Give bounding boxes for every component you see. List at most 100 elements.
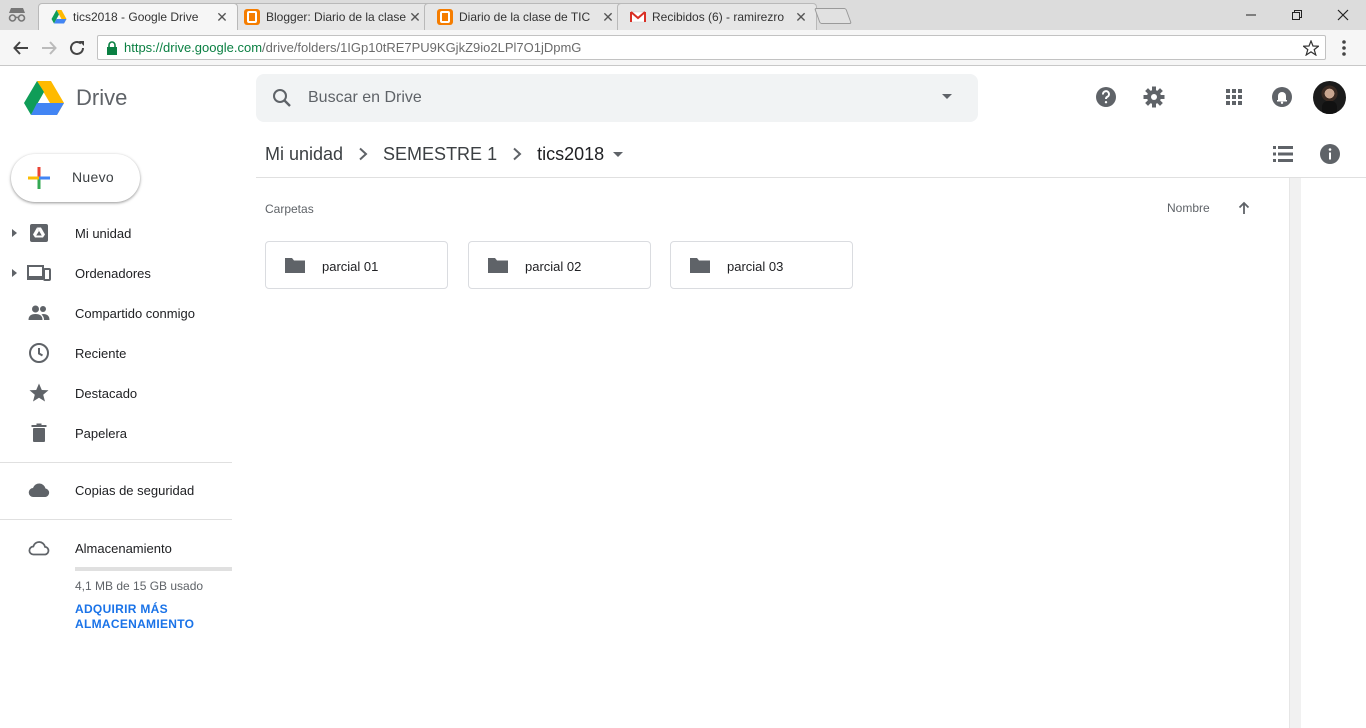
back-arrow-icon: [13, 41, 28, 55]
folder-name: parcial 01: [322, 259, 379, 274]
tab-title: Recibidos (6) - ramirezro: [652, 10, 785, 24]
reload-icon: [70, 40, 84, 55]
close-tab-icon[interactable]: ✕: [794, 10, 808, 24]
chevron-right-icon: [351, 142, 375, 166]
folder-name: parcial 02: [525, 259, 582, 274]
my-drive-icon: [30, 224, 48, 242]
folder-menu-dropdown-icon[interactable]: [613, 151, 624, 157]
sidebar-item-label: Copias de seguridad: [75, 482, 195, 498]
tab-gmail[interactable]: Recibidos (6) - ramirezro ✕: [617, 3, 817, 30]
browser-tab-strip: tics2018 - Google Drive ✕ Blogger: Diari…: [0, 0, 1366, 30]
account-avatar[interactable]: [1313, 81, 1346, 114]
search-bar[interactable]: [256, 74, 978, 122]
storage-usage-bar: [75, 567, 232, 571]
browser-menu-icon[interactable]: [1336, 38, 1352, 58]
close-tab-icon[interactable]: ✕: [601, 10, 615, 24]
header-divider: [256, 177, 1366, 178]
trash-icon: [31, 423, 47, 442]
sort-by-name-button[interactable]: Nombre: [1167, 201, 1210, 215]
address-bar[interactable]: https://drive.google.com/drive/folders/1…: [97, 35, 1326, 60]
apps-grid-icon[interactable]: [1222, 85, 1246, 109]
lock-icon: [107, 40, 117, 55]
tab-title: Diario de la clase de TIC: [459, 10, 591, 24]
buy-storage-link[interactable]: ADQUIRIR MÁS ALMACENAMIENTO: [75, 602, 215, 632]
restore-button[interactable]: [1274, 0, 1320, 30]
sidebar-item-label: Papelera: [75, 425, 128, 441]
blogger-favicon-icon: [437, 9, 453, 25]
forward-button[interactable]: [37, 36, 61, 60]
minimize-icon: [1246, 14, 1256, 16]
folder-tile[interactable]: parcial 03: [670, 241, 853, 289]
breadcrumb-semestre[interactable]: SEMESTRE 1: [383, 144, 497, 165]
tab-blogger[interactable]: Blogger: Diario de la clase ✕: [231, 3, 431, 30]
close-tab-icon[interactable]: ✕: [408, 10, 422, 24]
new-tab-button[interactable]: [814, 8, 852, 24]
list-view-icon[interactable]: [1272, 143, 1294, 165]
sidebar-item-computers[interactable]: Ordenadores: [0, 257, 232, 289]
sidebar-item-recent[interactable]: Reciente: [0, 337, 232, 369]
folder-icon: [488, 258, 508, 273]
breadcrumb: Mi unidad SEMESTRE 1 tics2018: [265, 142, 624, 166]
forward-arrow-icon: [42, 41, 57, 55]
browser-toolbar: https://drive.google.com/drive/folders/1…: [0, 30, 1366, 66]
folder-name: parcial 03: [727, 259, 784, 274]
search-icon[interactable]: [270, 86, 294, 110]
folders-section-title: Carpetas: [265, 202, 314, 216]
close-tab-icon[interactable]: ✕: [215, 10, 229, 24]
incognito-icon: [8, 8, 26, 22]
back-button[interactable]: [9, 36, 33, 60]
sidebar-item-shared[interactable]: Compartido conmigo: [0, 297, 232, 329]
drive-logo-icon[interactable]: [24, 81, 64, 115]
tab-drive[interactable]: tics2018 - Google Drive ✕: [38, 3, 238, 30]
folder-icon: [690, 258, 710, 273]
folder-tile[interactable]: parcial 02: [468, 241, 651, 289]
search-options-dropdown-icon[interactable]: [942, 94, 952, 99]
tab-title: Blogger: Diario de la clase: [266, 10, 407, 24]
content-scrollbar[interactable]: [1289, 178, 1301, 728]
search-input[interactable]: [308, 86, 908, 110]
breadcrumb-my-drive[interactable]: Mi unidad: [265, 144, 343, 165]
help-icon[interactable]: [1094, 85, 1118, 109]
sidebar-item-my-drive[interactable]: Mi unidad: [0, 217, 232, 249]
drive-favicon-icon: [51, 10, 67, 24]
info-icon[interactable]: [1319, 143, 1341, 165]
sidebar-item-label: Reciente: [75, 345, 127, 361]
url-path: /drive/folders/1IGp10tRE7PU9KGjkZ9io2LPl…: [262, 40, 582, 55]
minimize-button[interactable]: [1228, 0, 1274, 30]
star-icon: [29, 383, 49, 402]
tab-diario[interactable]: Diario de la clase de TIC ✕: [424, 3, 624, 30]
restore-icon: [1292, 10, 1302, 20]
new-button[interactable]: Nuevo: [11, 154, 140, 202]
sort-ascending-arrow-icon[interactable]: [1236, 200, 1252, 216]
storage-used-text: 4,1 MB de 15 GB usado: [75, 579, 204, 593]
reload-button[interactable]: [65, 36, 89, 60]
sidebar-item-label: Almacenamiento: [75, 540, 172, 556]
clock-icon: [29, 343, 49, 363]
cloud-icon: [28, 483, 50, 498]
sidebar-item-trash[interactable]: Papelera: [0, 417, 232, 449]
expand-caret-icon[interactable]: [12, 229, 17, 237]
sidebar-divider: [0, 462, 232, 463]
sidebar-item-label: Compartido conmigo: [75, 305, 195, 321]
expand-caret-icon[interactable]: [12, 269, 17, 277]
sidebar-item-starred[interactable]: Destacado: [0, 377, 232, 409]
breadcrumb-current-folder[interactable]: tics2018: [537, 144, 604, 165]
notifications-bell-icon[interactable]: [1270, 85, 1294, 109]
sidebar-item-label: Destacado: [75, 385, 138, 401]
sidebar-item-storage[interactable]: Almacenamiento: [0, 532, 232, 564]
bookmark-star-icon[interactable]: [1303, 40, 1319, 56]
chevron-right-icon: [505, 142, 529, 166]
url-origin: https://drive.google.com: [124, 40, 263, 55]
new-button-label: Nuevo: [72, 169, 114, 185]
plus-icon: [28, 167, 50, 189]
folder-icon: [285, 258, 305, 273]
close-window-button[interactable]: [1320, 0, 1366, 30]
shared-with-me-icon: [28, 305, 50, 320]
cloud-outline-icon: [28, 541, 50, 556]
tab-title: tics2018 - Google Drive: [73, 10, 199, 24]
close-icon: [1337, 9, 1349, 21]
folder-tile[interactable]: parcial 01: [265, 241, 448, 289]
sidebar-item-backups[interactable]: Copias de seguridad: [0, 474, 232, 506]
settings-gear-icon[interactable]: [1142, 85, 1166, 109]
sidebar-item-label: Mi unidad: [75, 225, 132, 241]
